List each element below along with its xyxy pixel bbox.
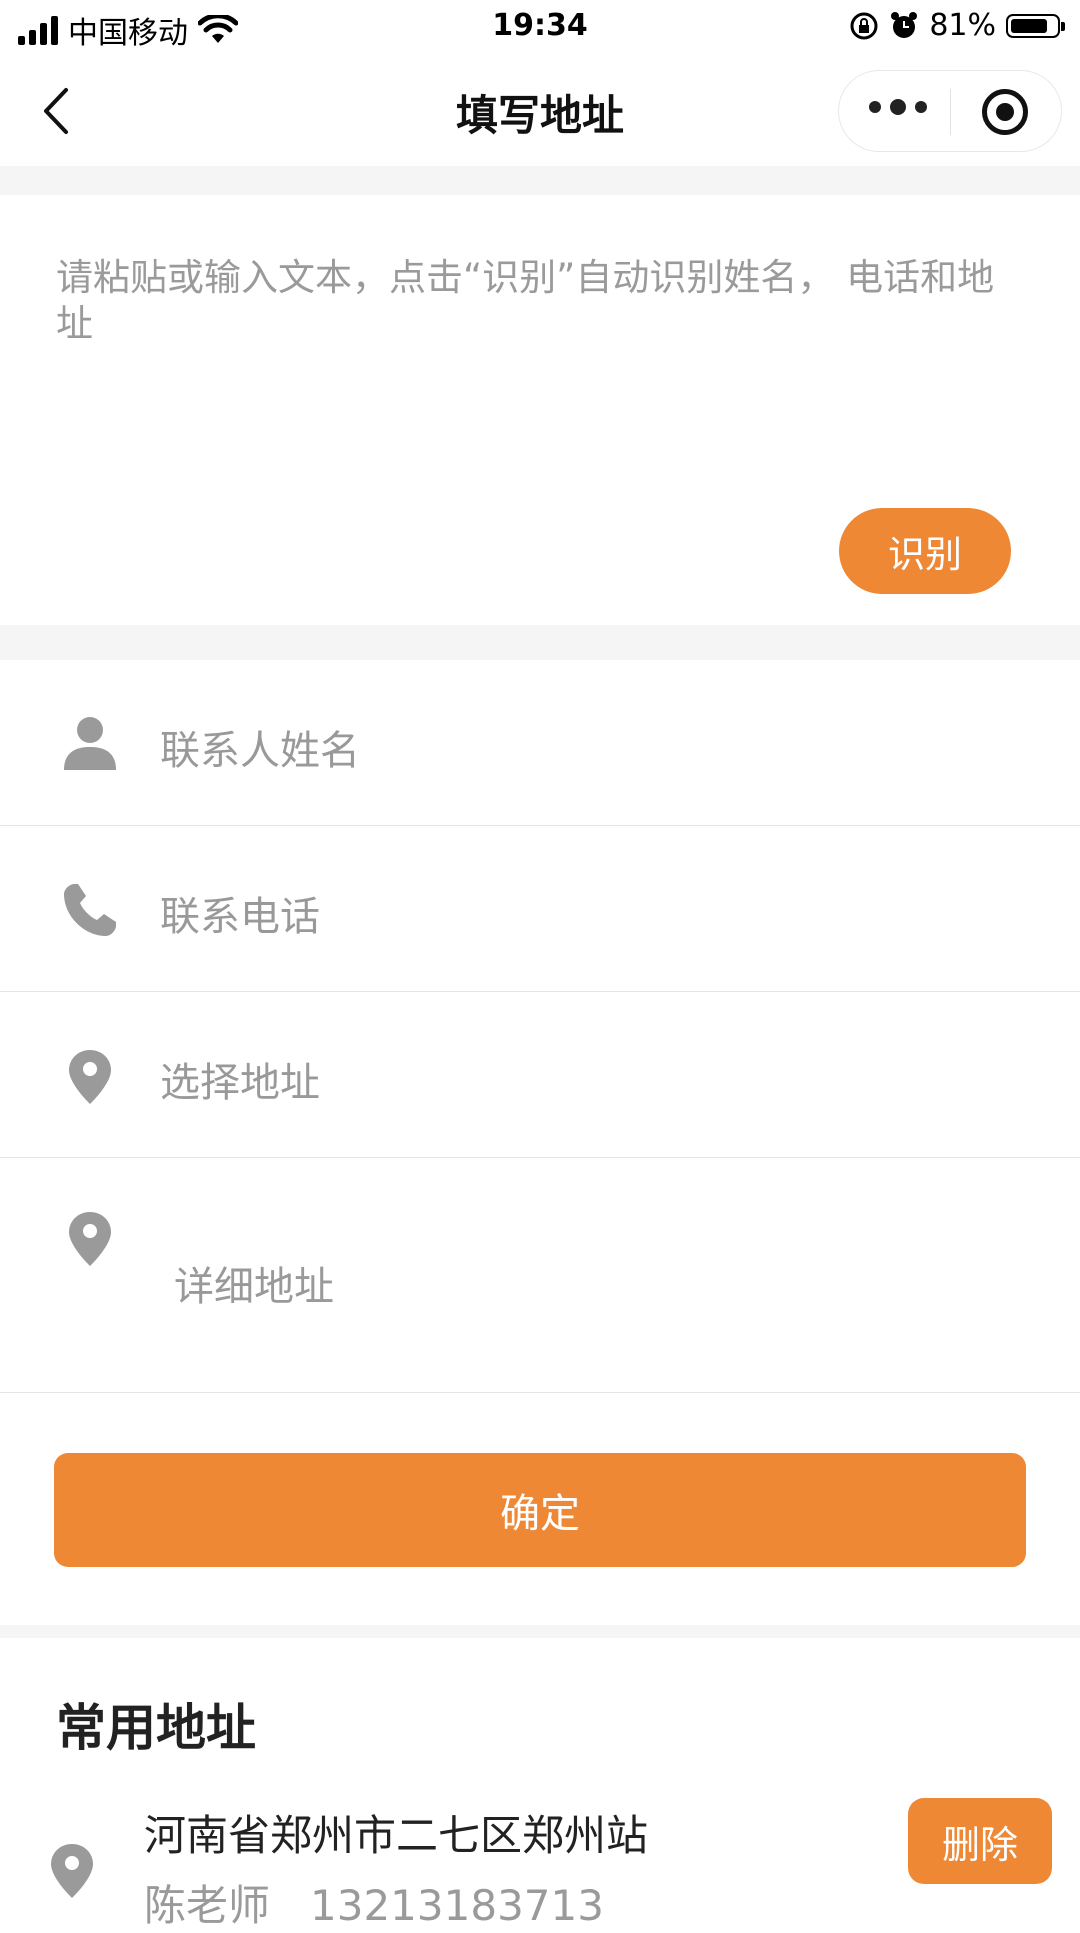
recognize-button[interactable]: 识别 [839,508,1011,594]
target-icon[interactable] [982,89,1028,135]
saved-contact-phone: 13213183713 [310,1881,604,1930]
status-bar: 中国移动 19:34 81% [0,0,1080,56]
name-placeholder: 联系人姓名 [160,728,360,774]
orientation-lock-icon [850,12,878,39]
saved-contact: 陈老师 13213183713 [144,1872,604,1933]
paste-placeholder: 请粘贴或输入文本，点击“识别”自动识别姓名， 电话和地址 [56,256,995,345]
location-pin-icon [69,1050,111,1104]
saved-address: 河南省郑州市二七区郑州站 [144,1811,649,1860]
paste-textarea[interactable]: 请粘贴或输入文本，点击“识别”自动识别姓名， 电话和地址 识别 [0,195,1080,625]
person-icon [64,717,116,770]
detail-placeholder: 详细地址 [174,1264,334,1310]
address-placeholder: 选择地址 [160,1060,320,1106]
capsule-divider [950,89,951,135]
more-dots-icon[interactable] [869,99,927,115]
section-gap [0,166,1080,195]
detail-address-field[interactable]: 详细地址 [0,1158,1080,1393]
section-gap [0,625,1080,660]
mini-program-capsule [838,70,1062,152]
saved-contact-name: 陈老师 [144,1881,271,1930]
phone-icon [64,884,116,936]
name-field[interactable]: 联系人姓名 [0,660,1080,826]
list-item[interactable]: 河南省郑州市二七区郑州站 陈老师 13213183713 删除 [0,1790,1080,1930]
phone-field[interactable]: 联系电话 [0,826,1080,992]
address-picker[interactable]: 选择地址 [0,992,1080,1158]
common-address-title: 常用地址 [56,1699,256,1757]
section-gap [0,1625,1080,1638]
confirm-button[interactable]: 确定 [54,1453,1026,1567]
battery-fill [1011,18,1047,33]
battery-icon [1006,13,1065,38]
delete-button[interactable]: 删除 [908,1798,1052,1884]
battery-percent: 81% [929,8,996,43]
phone-placeholder: 联系电话 [160,894,320,940]
nav-bar: 填写地址 [0,56,1080,166]
alarm-icon [891,11,918,38]
location-pin-icon [69,1212,111,1266]
address-form: 联系人姓名 联系电话 选择地址 详细地址 [0,660,1080,1393]
location-pin-icon [51,1844,93,1898]
